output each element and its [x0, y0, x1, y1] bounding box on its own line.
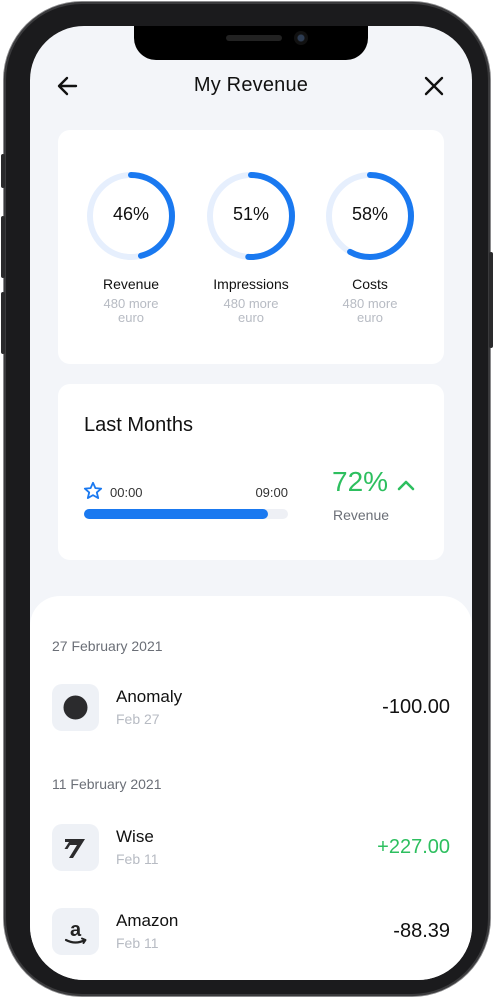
stat-percent: 46% [112, 204, 150, 224]
progress-ring: 51% [205, 170, 297, 262]
transaction-name: Wise [116, 827, 154, 846]
transaction-name: Anomaly [116, 687, 183, 706]
transaction-row[interactable]: a Amazon Feb 11 -88.39 [52, 908, 450, 956]
transaction-date: Feb 27 [116, 711, 160, 727]
time-end: 09:00 [255, 485, 288, 500]
stat-label: Revenue [102, 276, 160, 292]
mute-switch [1, 154, 5, 188]
phone-frame: My Revenue 46% Revenue 480 more euro 51%… [1, 2, 493, 996]
power-button [489, 252, 493, 348]
amazon-logo-icon: a [52, 908, 99, 955]
revenue-percent: 72% [332, 466, 389, 497]
app-screen: My Revenue 46% Revenue 480 more euro 51%… [30, 26, 472, 980]
close-icon [424, 76, 444, 96]
stat-percent: 51% [232, 204, 270, 224]
progress-bar [84, 509, 288, 519]
transaction-row[interactable]: Wise Feb 11 +227.00 [52, 824, 450, 872]
star-icon[interactable] [83, 481, 103, 501]
stat-subtext: 480 more euro [223, 296, 279, 325]
date-group-header: 27 February 2021 [52, 638, 163, 654]
time-start: 00:00 [110, 485, 143, 500]
transaction-date: Feb 11 [116, 851, 159, 867]
svg-text:a: a [70, 919, 82, 941]
section-title: Last Months [84, 414, 193, 436]
progress-bar-fill [84, 509, 268, 519]
stat-costs[interactable]: 58% Costs 480 more euro [315, 170, 425, 325]
transaction-row[interactable]: Anomaly Feb 27 -100.00 [52, 684, 450, 732]
stat-percent: 58% [351, 204, 389, 224]
date-group-header: 11 February 2021 [52, 776, 162, 792]
stat-subtext: 480 more euro [103, 296, 159, 325]
stat-impressions[interactable]: 51% Impressions 480 more euro [196, 170, 306, 325]
stat-revenue[interactable]: 46% Revenue 480 more euro [76, 170, 186, 325]
notch [134, 26, 368, 60]
last-months-card: Last Months 00:00 09:00 72% Revenue [58, 384, 444, 560]
progress-ring: 58% [324, 170, 416, 262]
front-camera [294, 31, 308, 45]
transaction-name: Amazon [116, 911, 179, 930]
stats-card: 46% Revenue 480 more euro 51% Impression… [58, 130, 444, 364]
stat-label: Impressions [213, 276, 289, 292]
anomaly-dot-icon [52, 684, 99, 731]
close-button[interactable] [420, 72, 448, 100]
transaction-amount: -100.00 [382, 696, 450, 718]
wise-logo-icon [52, 824, 99, 871]
chevron-up-icon [397, 480, 415, 491]
transactions-panel: 27 February 2021 Anomaly Feb 27 -100.00 … [30, 596, 472, 980]
stat-subtext: 480 more euro [342, 296, 398, 325]
revenue-percent-label: Revenue [333, 507, 390, 523]
transaction-amount: -88.39 [393, 920, 450, 942]
transaction-date: Feb 11 [116, 935, 159, 951]
volume-down-button [1, 292, 5, 354]
volume-up-button [1, 216, 5, 278]
top-bar: My Revenue [30, 70, 472, 104]
progress-ring: 46% [85, 170, 177, 262]
page-title: My Revenue [193, 74, 309, 96]
speaker-grille [226, 35, 282, 41]
stat-label: Costs [352, 276, 388, 292]
transaction-amount: +227.00 [377, 836, 450, 858]
